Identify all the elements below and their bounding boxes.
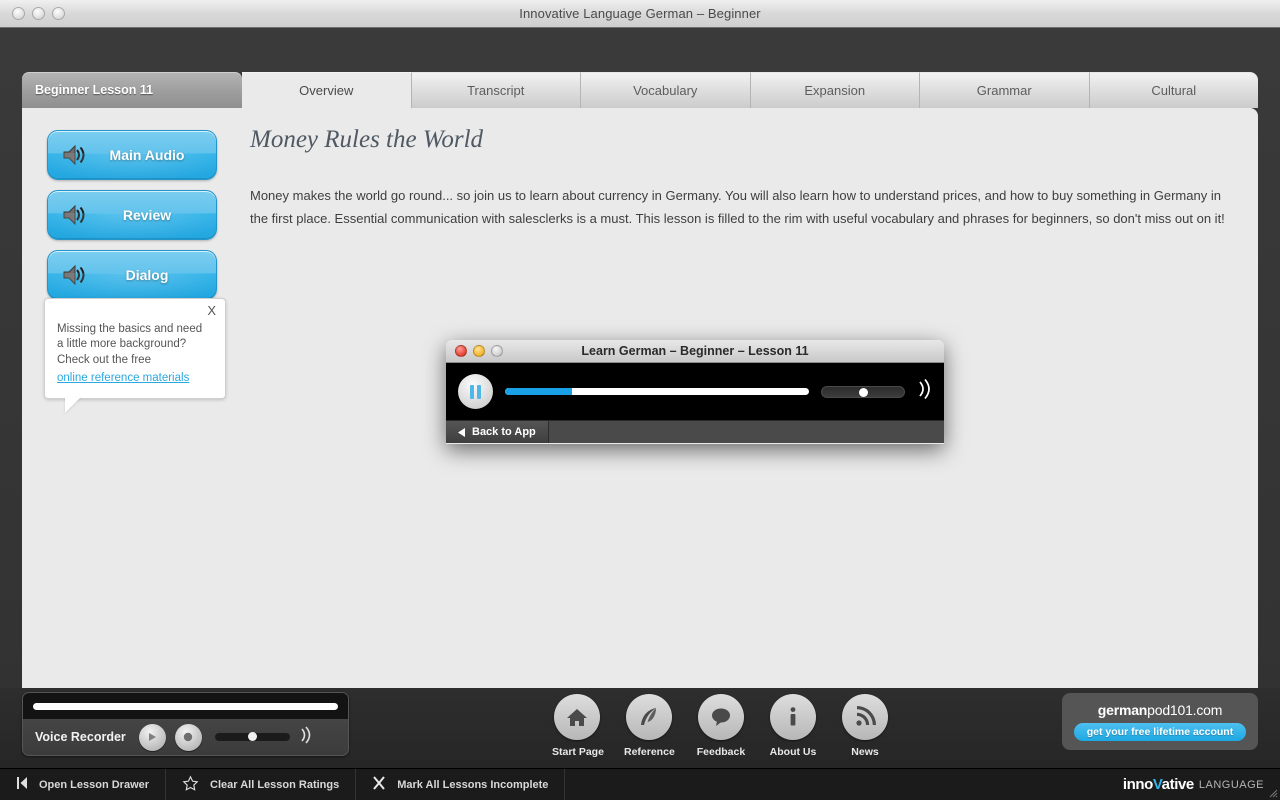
recorder-progress-track[interactable] [33,702,338,710]
brand-part-1: inno [1122,776,1153,793]
window-titlebar: Innovative Language German – Beginner [0,0,1280,28]
promo-title-bold: german [1097,702,1148,718]
close-icon[interactable]: X [207,304,216,317]
volume-waves-icon [299,725,313,749]
nav-start-page-label: Start Page [552,746,604,758]
tab-cultural[interactable]: Cultural [1089,72,1258,108]
tab-transcript[interactable]: Transcript [411,72,581,108]
drawer-icon [16,776,28,793]
clear-all-ratings-label: Clear All Lesson Ratings [210,778,340,791]
tab-list: Overview Transcript Vocabulary Expansion… [242,72,1258,108]
brand-part-2: ative [1161,776,1195,793]
star-outline-icon [182,775,199,795]
nav-reference[interactable]: Reference [624,694,675,758]
innovative-language-logo: innoVative LANGUAGE [1107,769,1280,800]
recorder-record-button[interactable] [174,723,202,751]
feather-icon [626,694,672,740]
player-volume-knob[interactable] [859,387,868,397]
promo-title: germanpod101.com [1097,702,1223,718]
pause-icon [477,384,481,399]
promo-cta-button[interactable]: get your free lifetime account [1073,723,1247,741]
player-title: Learn German – Beginner – Lesson 11 [581,344,809,358]
home-icon [554,694,600,740]
nav-start-page[interactable]: Start Page [552,694,604,758]
open-lesson-drawer-label: Open Lesson Drawer [39,778,150,791]
main-audio-label: Main Audio [109,147,185,163]
callout-tail [65,396,81,413]
nav-about-us[interactable]: About Us [768,694,818,758]
recorder-waveform-area [23,693,348,719]
brand-suffix: LANGUAGE [1198,778,1264,791]
dock-navigation: Start Page Reference Feedback About Us N… [552,694,890,758]
callout-line-2: a little more background? [57,338,187,351]
page-title: Money Rules the World [250,126,484,153]
record-icon [184,732,193,742]
rss-icon [842,694,888,740]
left-triangle-icon [458,427,465,437]
media-player-window[interactable]: Learn German – Beginner – Lesson 11 Back… [446,340,944,444]
player-titlebar: Learn German – Beginner – Lesson 11 [446,340,944,363]
tab-overview[interactable]: Overview [242,72,412,108]
promo-badge[interactable]: germanpod101.com get your free lifetime … [1062,693,1258,750]
nav-news[interactable]: News [840,694,890,758]
bottom-dock: Voice Recorder Start Page Reference Feed… [0,688,1280,768]
pause-icon [470,384,474,399]
speech-bubble-icon [698,694,744,740]
player-play-pause-button[interactable] [458,374,493,409]
tab-strip: Beginner Lesson 11 Overview Transcript V… [22,72,1258,108]
lesson-tab[interactable]: Beginner Lesson 11 [22,72,242,108]
callout-line-3: Check out the free [57,353,151,366]
volume-waves-icon [917,378,932,405]
reference-callout: X Missing the basics and need a little m… [44,298,226,413]
speaker-icon [56,263,96,287]
speaker-icon [56,203,96,227]
speaker-icon [56,143,96,167]
status-bar: Open Lesson Drawer Clear All Lesson Rati… [0,768,1280,800]
lesson-description: Money makes the world go round... so joi… [250,188,1225,227]
callout-line-1: Missing the basics and need [57,323,203,335]
player-footer: Back to App [446,420,944,443]
recorder-play-button[interactable] [138,723,166,751]
nav-feedback[interactable]: Feedback [696,694,746,758]
player-progress-fill [505,388,572,395]
mark-all-incomplete-label: Mark All Lessons Incomplete [397,778,549,791]
voice-recorder-label: Voice Recorder [35,730,126,744]
nav-news-label: News [851,746,879,758]
voice-recorder-panel: Voice Recorder [22,692,349,756]
tab-expansion[interactable]: Expansion [750,72,920,108]
nav-reference-label: Reference [624,746,675,758]
recorder-volume-slider[interactable] [214,732,290,741]
player-volume-slider[interactable] [821,385,905,398]
review-audio-button[interactable]: Review [47,190,217,240]
player-controls [446,363,944,420]
nav-about-us-label: About Us [769,746,817,758]
open-lesson-drawer-button[interactable]: Open Lesson Drawer [0,769,167,800]
dialog-audio-label: Dialog [125,267,169,283]
player-progress-bar[interactable] [505,388,809,395]
tab-vocabulary[interactable]: Vocabulary [581,72,751,108]
back-to-app-button[interactable]: Back to App [446,421,549,443]
info-icon [770,694,816,740]
review-audio-label: Review [122,207,172,223]
online-reference-materials-link[interactable]: online reference materials [57,372,189,384]
audio-button-column: Main Audio Review Dialog [47,130,217,310]
nav-about-feedback-label: Feedback [696,746,746,758]
back-to-app-label: Back to App [472,426,536,438]
brand-accent-v: V [1152,776,1162,793]
mark-all-incomplete-button[interactable]: Mark All Lessons Incomplete [356,769,566,800]
resize-grip[interactable] [1266,786,1278,798]
main-audio-button[interactable]: Main Audio [47,130,217,180]
promo-title-rest: pod101.com [1147,702,1223,718]
dialog-audio-button[interactable]: Dialog [47,250,217,300]
tab-grammar[interactable]: Grammar [920,72,1090,108]
x-mark-icon [372,775,386,794]
clear-all-ratings-button[interactable]: Clear All Lesson Ratings [166,769,357,800]
play-icon [149,733,157,741]
lesson-article: Money Rules the World Money makes the wo… [250,116,1230,230]
status-bar-spacer [565,769,1106,800]
window-title: Innovative Language German – Beginner [519,6,761,21]
recorder-volume-knob[interactable] [248,732,258,741]
